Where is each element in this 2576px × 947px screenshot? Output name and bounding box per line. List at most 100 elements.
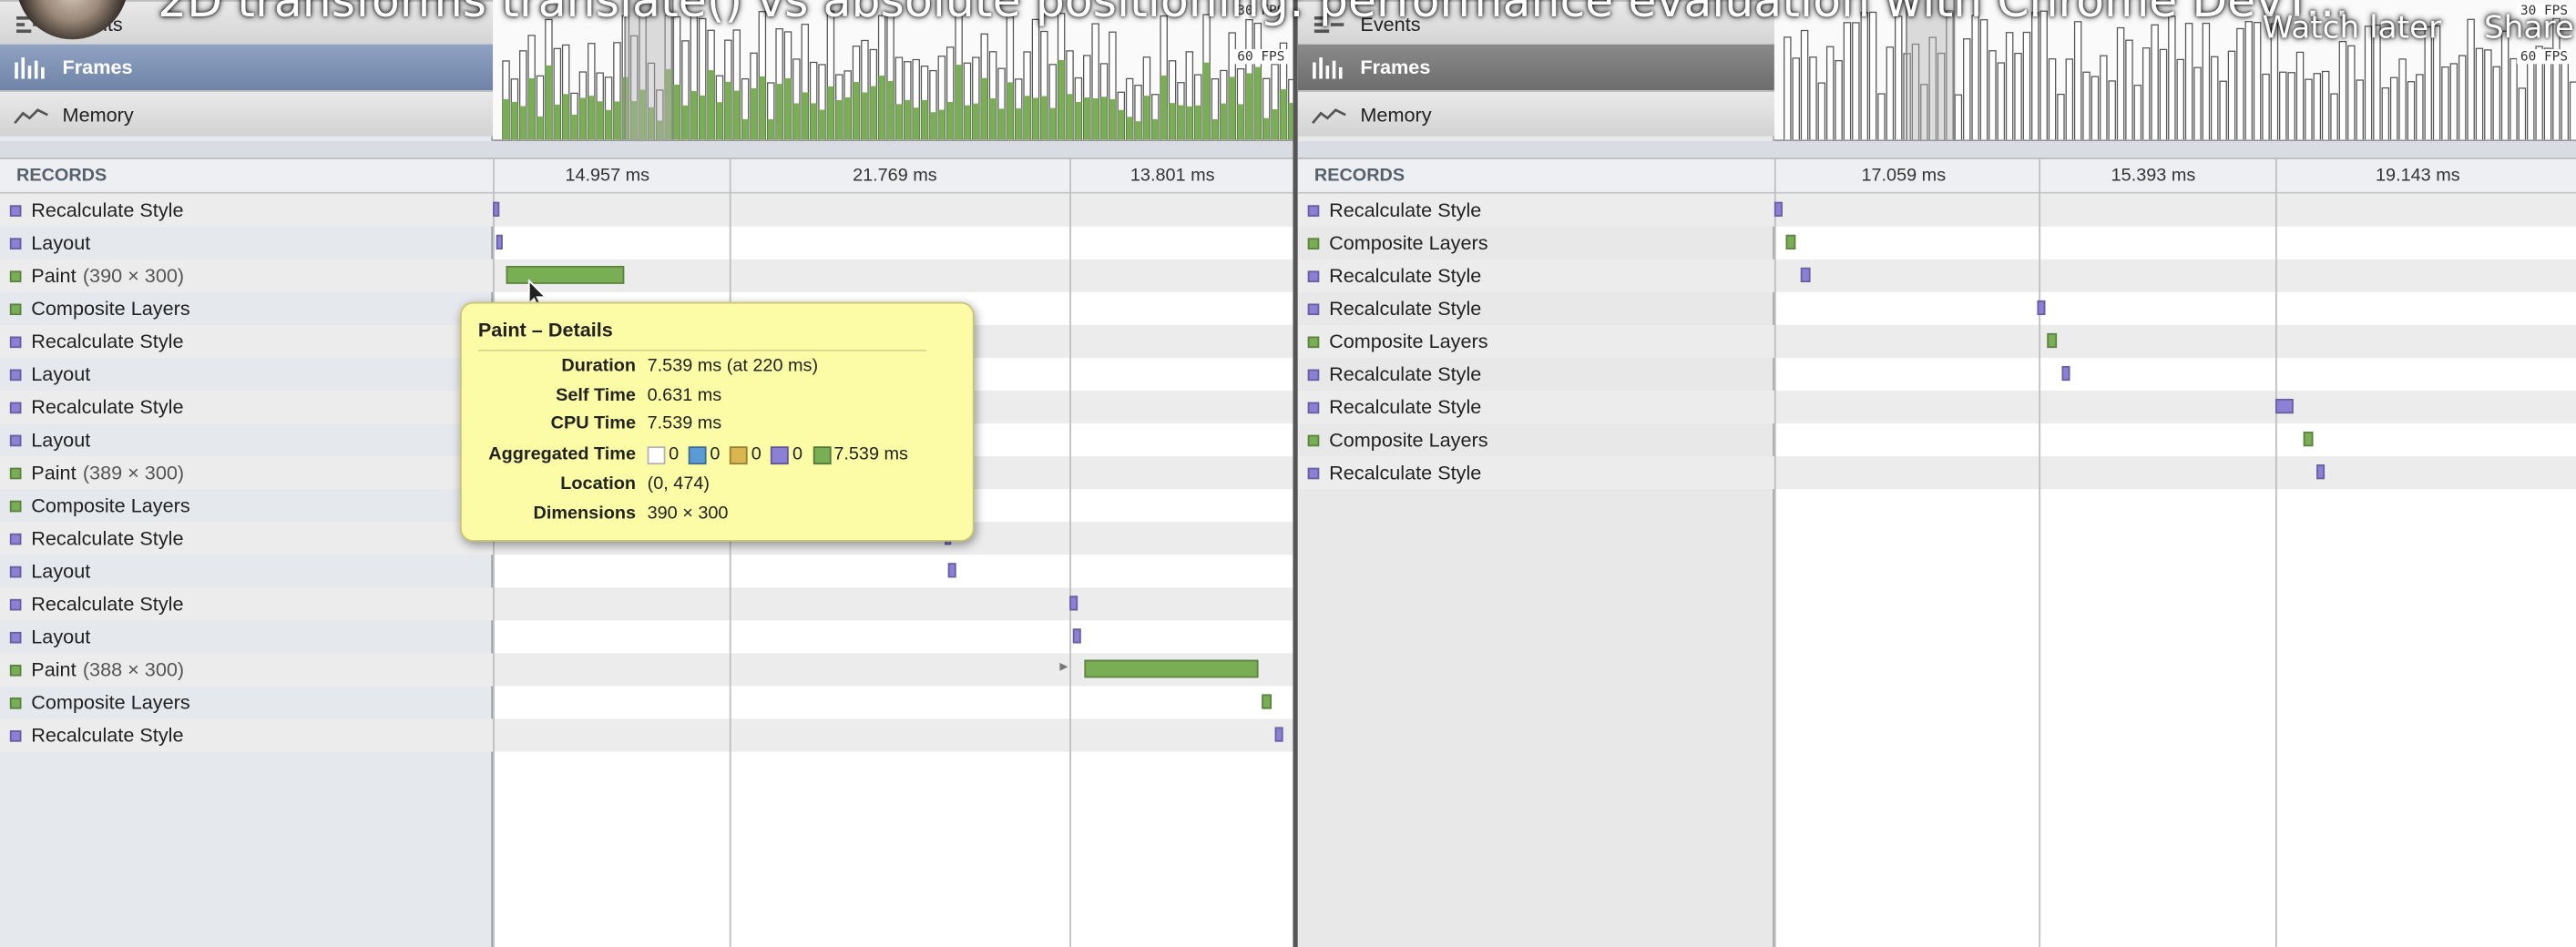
record-row[interactable]: Recalculate Style — [0, 194, 493, 227]
record-duration-bar[interactable] — [2303, 432, 2314, 447]
record-duration-bar[interactable] — [1069, 596, 1078, 611]
time-header-1: 14.957 ms — [565, 166, 650, 186]
record-name: Recalculate Style — [31, 723, 184, 748]
record-category-swatch — [9, 631, 22, 643]
record-row[interactable]: Composite Layers — [0, 686, 493, 718]
record-row[interactable]: Composite Layers — [1298, 227, 1774, 260]
record-row[interactable]: Recalculate Style — [1298, 194, 1774, 227]
record-name: Composite Layers — [31, 494, 190, 517]
record-category-swatch — [9, 597, 22, 610]
share-button[interactable]: Share — [2484, 10, 2574, 46]
frame-bar-painting — [767, 118, 774, 140]
frame-bar-painting — [1254, 66, 1262, 140]
record-row[interactable]: Recalculate Style — [1298, 391, 1774, 423]
frame-bar — [2100, 55, 2108, 140]
record-row[interactable]: Recalculate Style — [0, 522, 493, 555]
frame-bar — [1954, 94, 1963, 140]
frame-bar-painting — [784, 78, 792, 140]
record-duration-bar[interactable] — [1774, 201, 1783, 217]
record-row[interactable]: Layout — [0, 358, 493, 391]
tooltip-value: 0.631 ms — [647, 385, 722, 406]
frame-bar — [2176, 58, 2184, 140]
record-row[interactable]: Paint (388 × 300) — [0, 653, 493, 686]
record-duration-bar[interactable] — [1785, 234, 1796, 249]
record-duration-bar[interactable] — [2047, 332, 2058, 349]
frame-bar — [2287, 72, 2295, 140]
category-swatch — [730, 445, 749, 464]
record-duration-bar[interactable] — [1084, 659, 1259, 678]
frame-bar — [2133, 85, 2142, 140]
record-row[interactable]: Layout — [0, 620, 493, 653]
frame-bar — [2330, 93, 2338, 140]
frame-bar — [1809, 56, 1817, 140]
record-duration-bar[interactable] — [493, 201, 500, 217]
record-row[interactable]: Recalculate Style — [0, 587, 493, 620]
frame-bar — [2168, 15, 2176, 140]
tooltip-key: Location — [560, 474, 636, 494]
overview-memory-row[interactable]: Memory — [0, 90, 494, 137]
record-duration-bar[interactable] — [496, 234, 503, 249]
frame-bar-painting — [827, 86, 834, 140]
frame-bar — [1817, 82, 1826, 140]
record-duration-bar[interactable] — [1800, 267, 1811, 283]
category-swatch — [688, 445, 707, 464]
record-duration-bar[interactable] — [2316, 464, 2326, 480]
record-row[interactable]: Recalculate Style — [1298, 260, 1774, 292]
record-duration-bar[interactable] — [1274, 727, 1283, 742]
record-category-swatch — [9, 466, 22, 479]
records-header: RECORDS 17.059 ms 15.393 ms 19.143 ms — [1297, 158, 2576, 194]
record-row[interactable]: Paint (389 × 300) — [0, 456, 493, 489]
frame-bar-painting — [597, 101, 604, 140]
frame-bar-painting — [904, 99, 911, 140]
record-row[interactable]: Recalculate Style — [1298, 292, 1774, 325]
overview-memory-label: Memory — [62, 102, 134, 126]
record-row[interactable]: Paint (390 × 300) — [0, 260, 493, 292]
record-name: Recalculate Style — [31, 199, 184, 222]
record-category-swatch — [9, 368, 22, 381]
frame-bar — [2475, 47, 2484, 140]
record-duration-bar[interactable] — [2037, 300, 2046, 316]
frame-bar-painting — [1211, 118, 1219, 140]
record-row[interactable]: Composite Layers — [1298, 423, 1774, 456]
expand-arrow-icon[interactable]: ▸ — [1059, 658, 1068, 677]
record-duration-bar[interactable] — [2061, 365, 2070, 382]
frame-bar-painting — [1177, 105, 1185, 140]
record-row[interactable]: Recalculate Style — [0, 391, 493, 423]
record-row[interactable]: Recalculate Style — [0, 718, 493, 751]
record-category-swatch — [9, 204, 22, 217]
frame-bar-painting — [1126, 117, 1133, 140]
record-duration-bar[interactable] — [1072, 628, 1081, 644]
record-duration-bar[interactable] — [506, 265, 625, 284]
frame-bar-painting — [733, 90, 741, 140]
frame-bar — [2005, 32, 2014, 140]
frame-bar-painting — [870, 86, 877, 140]
frame-bar-painting — [1109, 98, 1117, 140]
record-row[interactable]: Layout — [0, 423, 493, 456]
record-duration-bar[interactable] — [947, 563, 956, 578]
record-row[interactable]: Composite Layers — [0, 292, 493, 325]
record-duration-bar[interactable] — [1262, 694, 1272, 709]
record-row[interactable]: Layout — [0, 227, 493, 260]
record-row[interactable]: Composite Layers — [1298, 325, 1774, 358]
overview-memory-row[interactable]: Memory — [1297, 90, 1774, 137]
frame-bar — [2484, 49, 2492, 140]
record-duration-bar[interactable] — [2274, 398, 2294, 414]
frame-bar-painting — [1092, 98, 1099, 140]
record-row[interactable]: Layout — [0, 555, 493, 587]
frame-bar-painting — [579, 97, 587, 140]
frame-bar-painting — [554, 104, 561, 140]
record-category-swatch — [1307, 433, 1320, 446]
record-name: Layout — [31, 231, 91, 255]
record-row[interactable]: Recalculate Style — [1298, 456, 1774, 489]
frame-bar — [2151, 24, 2159, 140]
record-row[interactable]: Composite Layers — [0, 489, 493, 522]
video-title[interactable]: 2D transforms translate() vs absolute po… — [158, 0, 2349, 28]
watch-later-button[interactable]: Watch later — [2263, 10, 2442, 46]
frame-bar-painting — [545, 65, 553, 140]
record-row[interactable]: Recalculate Style — [1298, 358, 1774, 391]
record-row[interactable]: Recalculate Style — [0, 325, 493, 358]
frame-bar-painting — [1262, 117, 1270, 140]
frame-bar-painting — [1066, 94, 1074, 140]
overview-frames-row[interactable]: Frames — [0, 44, 494, 91]
overview-frames-row[interactable]: Frames — [1297, 44, 1774, 91]
